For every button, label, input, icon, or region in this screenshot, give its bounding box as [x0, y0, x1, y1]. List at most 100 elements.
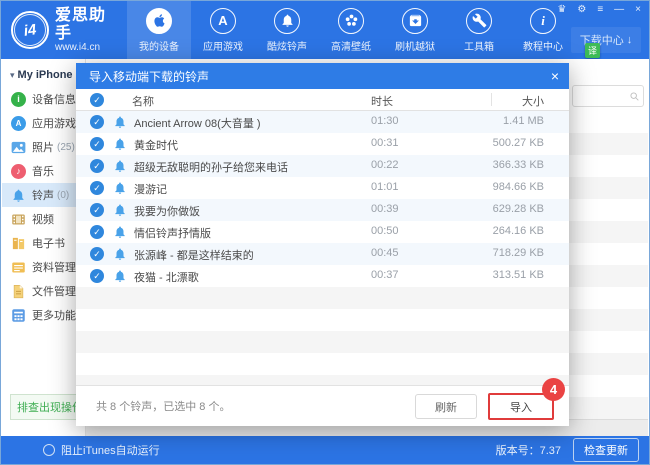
column-divider: [491, 93, 492, 106]
sidebar-list: i 设备信息 A 应用游戏 (3 照片 (25) ♪ 音乐: [2, 87, 85, 327]
ime-badge: 译: [585, 43, 600, 58]
version-label: 版本号：7.37: [496, 442, 561, 458]
bell-icon: [113, 115, 127, 129]
window-controls: ♛ ⚙ ≡ — ×: [557, 4, 641, 16]
ringtone-size: 313.51 KB: [493, 269, 544, 281]
app-name: 爱思助手: [55, 7, 119, 42]
bell-icon: [113, 159, 127, 173]
radio-circle-icon: [43, 444, 55, 456]
check-update-button[interactable]: 检查更新: [573, 438, 639, 462]
brand-logo-text: i4: [12, 12, 48, 48]
row-checkbox[interactable]: [90, 225, 104, 239]
row-checkbox[interactable]: [90, 115, 104, 129]
import-ringtones-dialog: 导入移动端下载的铃声 × 名称 时长 大小 Ancient Arrow 08(大…: [76, 63, 569, 426]
dialog-close-icon[interactable]: ×: [551, 69, 559, 83]
download-center-button[interactable]: 下载中心 ↓ 译: [571, 27, 641, 53]
nav-flash-jailbreak[interactable]: 刷机越狱: [383, 1, 447, 59]
ringtone-duration: 00:50: [371, 225, 399, 237]
nav-wallpapers[interactable]: 高清壁纸: [319, 1, 383, 59]
nav-label: 应用游戏: [203, 38, 243, 53]
apple-icon: [146, 8, 172, 34]
settings-gear-icon[interactable]: ⚙: [577, 4, 586, 16]
ringtone-name: 超级无敌聪明的孙子给您来电话: [134, 159, 359, 175]
sidebar-item-videos[interactable]: 视频: [2, 207, 85, 231]
sidebar-item-ebooks[interactable]: 电子书: [2, 231, 85, 255]
minimize-icon[interactable]: —: [614, 4, 624, 16]
row-checkbox[interactable]: [90, 203, 104, 217]
nav-ringtones[interactable]: 酷炫铃声: [255, 1, 319, 59]
sidebar-item-music[interactable]: ♪ 音乐: [2, 159, 85, 183]
column-duration: 时长: [371, 93, 393, 109]
ringtone-duration: 00:39: [371, 203, 399, 215]
statusbar-right: 版本号：7.37 检查更新: [496, 438, 639, 462]
nav-apps-games[interactable]: A 应用游戏: [191, 1, 255, 59]
bell-icon: [113, 269, 127, 283]
ringtone-row[interactable]: 我要为你做饭 00:39 629.28 KB: [76, 199, 569, 221]
sidebar-item-label: 音乐: [32, 163, 54, 179]
music-icon: ♪: [11, 164, 26, 179]
sidebar-item-device-info[interactable]: i 设备信息: [2, 87, 85, 111]
tutorial-icon: i: [530, 8, 556, 34]
app-url: www.i4.cn: [55, 42, 119, 53]
photos-icon: [11, 140, 26, 155]
wallpaper-icon: [338, 8, 364, 34]
sidebar-item-ringtones[interactable]: 铃声 (0): [2, 183, 85, 207]
bell-icon: [113, 247, 127, 261]
ringtone-size: 629.28 KB: [493, 203, 544, 215]
brand-text: 爱思助手 www.i4.cn: [55, 7, 119, 53]
theme-icon[interactable]: ♛: [557, 4, 566, 16]
search-input[interactable]: [573, 89, 629, 103]
refresh-button[interactable]: 刷新: [415, 394, 477, 419]
select-all-checkbox[interactable]: [90, 93, 104, 107]
empty-rows-stripes: [76, 287, 569, 385]
sidebar-item-data-management[interactable]: 资料管理: [2, 255, 85, 279]
ringtone-row[interactable]: 超级无敌聪明的孙子给您来电话 00:22 366.33 KB: [76, 155, 569, 177]
prevent-itunes-label: 阻止iTunes自动运行: [61, 442, 160, 458]
ringtone-duration: 00:45: [371, 247, 399, 259]
prevent-itunes-toggle[interactable]: 阻止iTunes自动运行: [43, 442, 160, 458]
ringtone-row[interactable]: 黄金时代 00:31 500.27 KB: [76, 133, 569, 155]
sidebar-item-file-management[interactable]: 文件管理: [2, 279, 85, 303]
row-checkbox[interactable]: [90, 137, 104, 151]
jailbreak-icon: [402, 8, 428, 34]
row-checkbox[interactable]: [90, 247, 104, 261]
ringtone-row[interactable]: 情侣铃声抒情版 00:50 264.16 KB: [76, 221, 569, 243]
device-tree-header[interactable]: ▾My iPhone: [2, 59, 85, 85]
row-checkbox[interactable]: [90, 269, 104, 283]
download-arrow-icon: ↓: [627, 34, 633, 46]
ringtone-duration: 01:30: [371, 115, 399, 127]
ringtone-row[interactable]: 漫游记 01:01 984.66 KB: [76, 177, 569, 199]
ringtone-name: 我要为你做饭: [134, 203, 359, 219]
sidebar-item-label: 照片: [32, 139, 54, 155]
sidebar-item-label: 视频: [32, 211, 54, 227]
nav-my-devices[interactable]: 我的设备: [127, 1, 191, 59]
selection-summary: 共 8 个铃声，已选中 8 个。: [96, 398, 230, 414]
ringtone-size: 500.27 KB: [493, 137, 544, 149]
sidebar-item-label: 应用游戏: [32, 115, 76, 131]
ringtone-size: 984.66 KB: [493, 181, 544, 193]
menu-icon[interactable]: ≡: [597, 4, 603, 16]
nav-toolbox[interactable]: 工具箱: [447, 1, 511, 59]
data-manage-icon: [11, 260, 26, 275]
ringtone-name: 情侣铃声抒情版: [134, 225, 359, 241]
sidebar: ▾My iPhone i 设备信息 A 应用游戏 (3 照片 (25) ♪ 音乐: [2, 59, 86, 436]
ringtone-row[interactable]: 张源峰 - 都是这样结束的 00:45 718.29 KB: [76, 243, 569, 265]
row-checkbox[interactable]: [90, 159, 104, 173]
ringtone-row[interactable]: 夜猫 - 北漂歌 00:37 313.51 KB: [76, 265, 569, 287]
sidebar-item-apps[interactable]: A 应用游戏 (3: [2, 111, 85, 135]
ringtone-row[interactable]: Ancient Arrow 08(大音量 ) 01:30 1.41 MB: [76, 111, 569, 133]
row-checkbox[interactable]: [90, 181, 104, 195]
sidebar-item-photos[interactable]: 照片 (25): [2, 135, 85, 159]
ringtone-name: 夜猫 - 北漂歌: [134, 269, 359, 285]
ebook-icon: [11, 236, 26, 251]
search-box: [572, 85, 644, 107]
bell-icon: [274, 8, 300, 34]
device-name: My iPhone: [18, 69, 73, 81]
sidebar-item-label: 更多功能: [32, 307, 76, 323]
step-4-badge: 4: [542, 378, 565, 401]
sidebar-item-label: 设备信息: [32, 91, 76, 107]
close-icon[interactable]: ×: [635, 4, 641, 16]
bell-icon: [113, 225, 127, 239]
nav-label: 刷机越狱: [395, 38, 435, 53]
sidebar-item-more-features[interactable]: 更多功能: [2, 303, 85, 327]
